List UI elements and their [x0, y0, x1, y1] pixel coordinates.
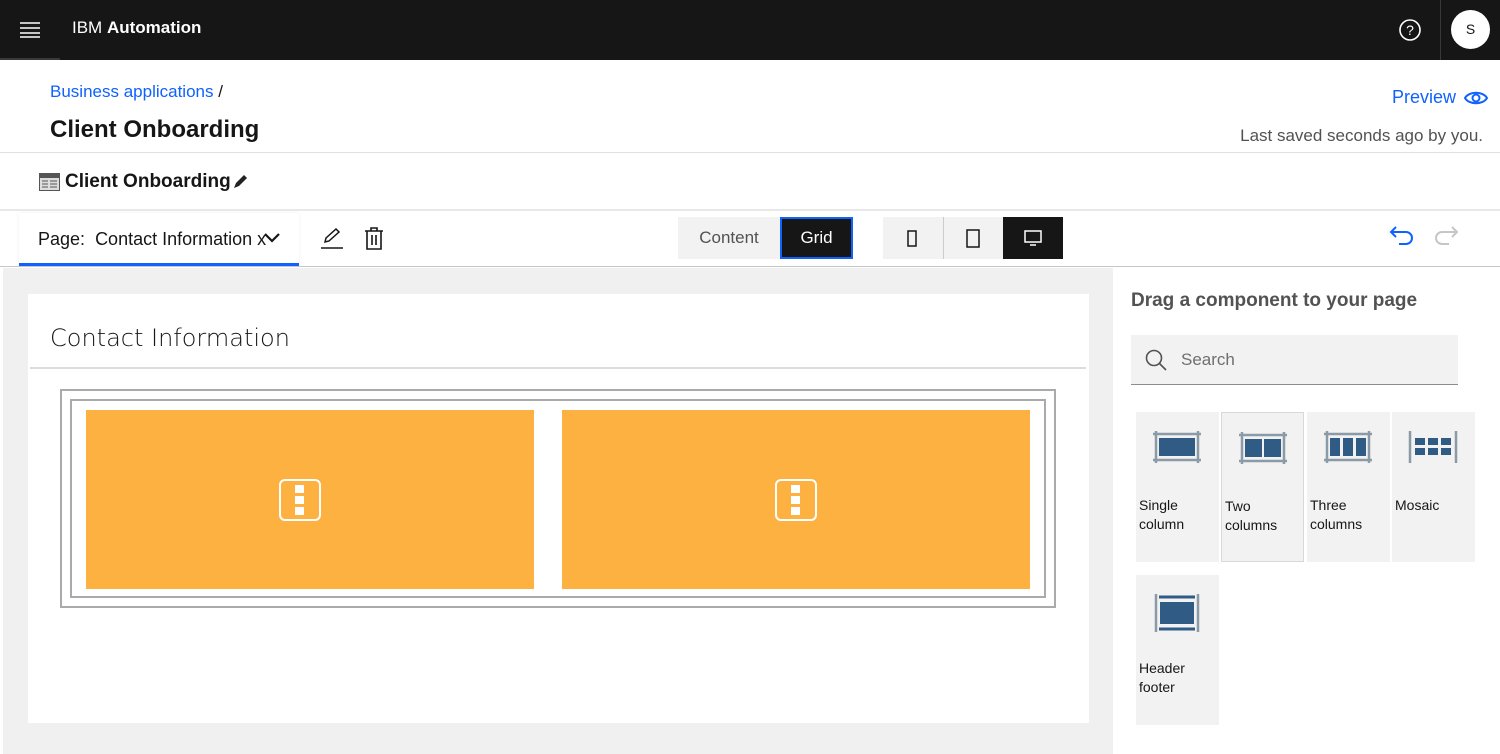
section-title: Contact Information	[50, 324, 290, 352]
mode-grid-button[interactable]: Grid	[780, 217, 853, 259]
hamburger-icon	[20, 22, 40, 38]
breadcrumb-link-business-applications[interactable]: Business applications	[50, 82, 213, 101]
two-columns-icon	[1239, 432, 1287, 464]
undo-icon[interactable]	[1389, 225, 1415, 245]
brand-name: Automation	[106, 18, 202, 37]
palette-item-mosaic[interactable]: Mosaic	[1392, 412, 1475, 562]
app-name: Client Onboarding	[39, 171, 249, 193]
edit-pencil-icon[interactable]	[231, 173, 249, 191]
search-icon	[1145, 349, 1167, 371]
palette-item-label: Header footer	[1139, 660, 1185, 695]
palette-item-three-columns[interactable]: Three columns	[1307, 412, 1390, 562]
palette-item-label: Single column	[1139, 497, 1185, 532]
device-desktop-button[interactable]	[1003, 217, 1063, 259]
palette-title: Drag a component to your page	[1131, 290, 1418, 311]
palette-item-label: Mosaic	[1395, 497, 1440, 513]
top-bar: IBM Automation ? S	[0, 0, 1500, 60]
chevron-down-icon	[264, 233, 280, 243]
svg-text:?: ?	[1406, 22, 1414, 38]
palette-item-single-column[interactable]: Single column	[1136, 412, 1219, 562]
mosaic-icon	[1408, 431, 1458, 463]
breadcrumb: Business applications /	[50, 82, 223, 102]
brand-prefix: IBM	[72, 18, 103, 37]
app-icon	[39, 173, 60, 191]
mobile-icon	[907, 230, 917, 247]
help-icon[interactable]: ?	[1399, 19, 1421, 41]
page-canvas: Contact Information	[28, 294, 1089, 723]
device-switcher	[883, 217, 1063, 259]
menu-button[interactable]	[0, 0, 60, 60]
grid-container[interactable]	[60, 389, 1056, 608]
page-label: Page:	[38, 229, 86, 249]
search-placeholder: Search	[1181, 350, 1235, 369]
redo-icon[interactable]	[1433, 225, 1459, 245]
page-value: Contact Information x	[95, 229, 267, 249]
mode-content-button[interactable]: Content	[678, 217, 780, 259]
edit-page-icon[interactable]	[320, 227, 344, 249]
search-input[interactable]: Search	[1131, 335, 1458, 385]
page-selector[interactable]: Page: Contact Information x	[19, 213, 299, 266]
delete-page-icon[interactable]	[364, 227, 384, 250]
cell-handle-icon[interactable]	[279, 479, 321, 521]
mode-switcher: Content Grid	[678, 217, 853, 259]
three-columns-icon	[1324, 431, 1372, 463]
palette-item-header-footer[interactable]: Header footer	[1136, 575, 1219, 725]
desktop-icon	[1024, 230, 1042, 246]
device-mobile-button[interactable]	[883, 217, 943, 259]
palette-item-label: Two columns	[1225, 498, 1278, 533]
avatar[interactable]: S	[1451, 10, 1490, 49]
preview-label: Preview	[1392, 87, 1457, 107]
single-column-icon	[1153, 431, 1201, 463]
app-name-text: Client Onboarding	[65, 171, 231, 192]
breadcrumb-separator: /	[218, 82, 223, 101]
palette-item-label: Three columns	[1310, 497, 1363, 532]
grid-cell-1[interactable]	[86, 410, 534, 589]
device-tablet-button[interactable]	[943, 217, 1003, 259]
palette-item-two-columns[interactable]: Two columns	[1221, 412, 1304, 562]
brand[interactable]: IBM Automation	[72, 18, 201, 38]
canvas-area: Contact Information	[3, 268, 1113, 754]
header-footer-icon	[1154, 594, 1200, 632]
tablet-icon	[966, 229, 980, 248]
preview-button[interactable]: Preview	[1392, 87, 1489, 108]
page-title: Client Onboarding	[50, 116, 260, 143]
eye-icon	[1464, 91, 1489, 104]
grid-cell-2[interactable]	[562, 410, 1030, 589]
save-status: Last saved seconds ago by you.	[1240, 126, 1483, 145]
cell-handle-icon[interactable]	[775, 479, 817, 521]
